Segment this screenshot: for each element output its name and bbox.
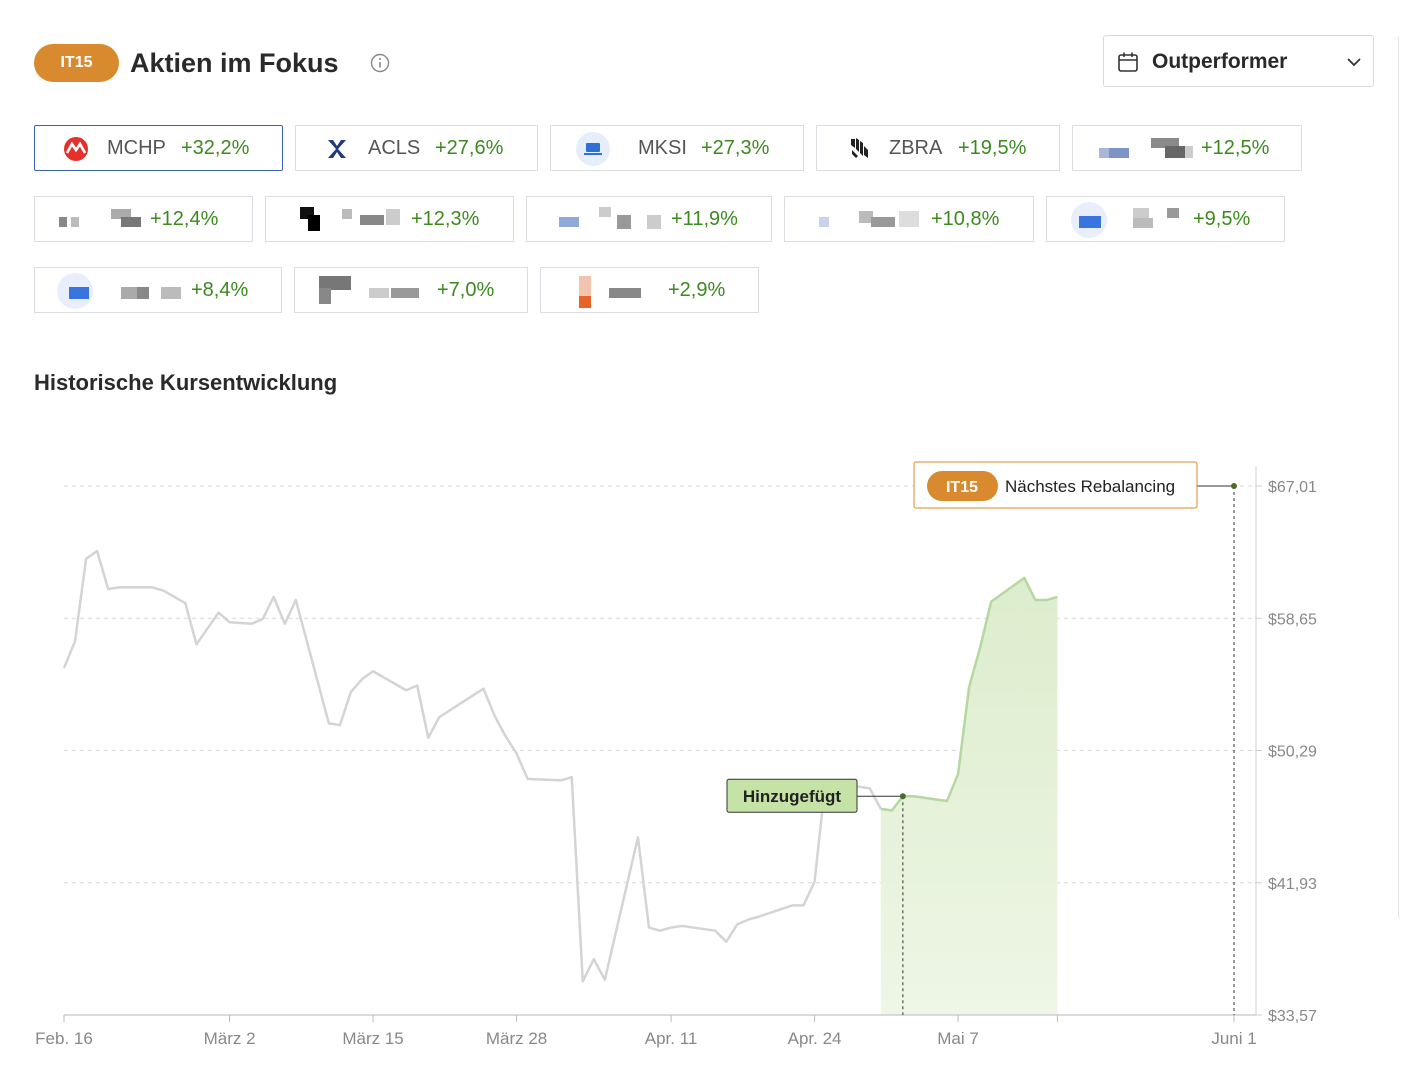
x-tick-label: Apr. 24 — [788, 1029, 842, 1048]
x-tick-label: Feb. 16 — [35, 1029, 93, 1048]
zebra-logo — [851, 138, 868, 158]
pixelated-logo — [319, 276, 423, 306]
y-tick-label: $41,93 — [1268, 876, 1317, 893]
y-tick-label: $58,65 — [1268, 611, 1317, 628]
rebalancing-label: Nächstes Rebalancing — [1005, 477, 1175, 496]
chevron-down-icon — [1347, 58, 1361, 67]
chip-change: +2,9% — [668, 279, 726, 301]
dropdown-label: Outperformer — [1152, 50, 1288, 73]
pixelated-logo — [59, 209, 143, 231]
x-tick-label: März 28 — [486, 1029, 547, 1048]
x-tick-label: März 2 — [204, 1029, 256, 1048]
added-label: Hinzugefügt — [743, 787, 842, 806]
chip-change: +12,4% — [150, 208, 219, 230]
pixelated-logo — [300, 205, 410, 233]
price-history-chart: $67,01 $58,65 $50,29 $41,93 $33,57 Feb. 16 Mär… — [35, 461, 1317, 1048]
added-marker-dot — [899, 793, 906, 800]
stock-chip-10[interactable]: +9,5% — [1046, 196, 1285, 242]
stock-chip-5[interactable]: +12,5% — [1072, 125, 1302, 171]
microchip-logo — [64, 137, 88, 161]
chip-change: +12,3% — [411, 208, 480, 230]
chip-change: +7,0% — [437, 279, 495, 301]
chip-change: +27,3% — [701, 137, 770, 159]
pixelated-logo — [1071, 202, 1191, 238]
x-tick-label: Apr. 11 — [645, 1029, 698, 1048]
chip-ticker: ZBRA — [889, 137, 943, 159]
section-title: Historische Kursentwicklung — [34, 370, 338, 395]
price-line — [62, 549, 882, 983]
chip-ticker: ACLS — [368, 137, 421, 159]
calendar-icon — [1118, 52, 1138, 72]
page-title: Aktien im Fokus — [130, 48, 339, 78]
x-tick-label: Mai 7 — [937, 1029, 979, 1048]
y-tick-label: $33,57 — [1268, 1008, 1317, 1025]
pixelated-logo — [559, 207, 669, 231]
pixelated-logo — [1099, 138, 1193, 160]
pixelated-logo — [819, 207, 929, 231]
stock-chip-8[interactable]: +11,9% — [526, 196, 772, 242]
axcelis-logo — [328, 140, 346, 158]
rebalancing-badge-label: IT15 — [946, 479, 978, 496]
chip-change: +8,4% — [191, 279, 249, 301]
pixelated-logo — [57, 273, 183, 309]
chip-ticker: MKSI — [638, 137, 687, 159]
period-filter-dropdown[interactable]: Outperformer — [1103, 35, 1374, 87]
info-circle-icon[interactable] — [370, 53, 390, 73]
stock-chip-12[interactable]: +7,0% — [294, 267, 528, 313]
chip-change: +11,9% — [671, 208, 738, 230]
y-tick-label: $50,29 — [1268, 744, 1317, 761]
chip-change: +10,8% — [931, 208, 1000, 230]
stock-chip-6[interactable]: +12,4% — [34, 196, 253, 242]
y-tick-label: $67,01 — [1268, 479, 1317, 496]
chip-change: +27,6% — [435, 137, 504, 159]
index-badge: IT15 — [34, 44, 119, 82]
chip-ticker: MCHP — [107, 137, 166, 159]
rebalancing-marker-dot — [1231, 483, 1237, 489]
stock-chip-7[interactable]: +12,3% — [265, 196, 514, 242]
stock-chip-mksi[interactable]: MKSI +27,3% — [550, 125, 804, 171]
mks-logo — [576, 132, 610, 166]
stock-chip-13[interactable]: +2,9% — [540, 267, 759, 313]
stock-chip-11[interactable]: +8,4% — [34, 267, 282, 313]
chip-change: +12,5% — [1201, 137, 1270, 159]
pixelated-logo — [579, 276, 643, 308]
chip-change: +19,5% — [958, 137, 1027, 159]
chip-change: +9,5% — [1193, 208, 1251, 230]
chip-change: +32,2% — [181, 137, 250, 159]
stock-chip-acls[interactable]: ACLS +27,6% — [295, 125, 538, 171]
stock-chip-9[interactable]: +10,8% — [784, 196, 1034, 242]
x-tick-label: Juni 1 — [1211, 1029, 1256, 1048]
stock-chip-zbra[interactable]: ZBRA +19,5% — [816, 125, 1060, 171]
x-tick-label: März 15 — [342, 1029, 403, 1048]
stock-chip-mchp[interactable]: MCHP +32,2% — [34, 125, 283, 171]
